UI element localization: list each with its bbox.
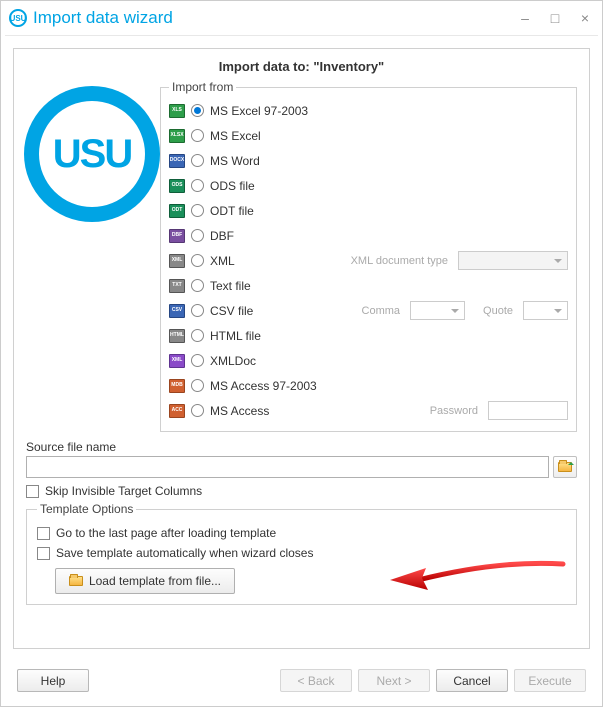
source-file-input[interactable] [26, 456, 549, 478]
execute-button: Execute [514, 669, 586, 692]
window-title: Import data wizard [33, 8, 518, 28]
format-option-ms-access-97-2003[interactable]: MDB MS Access 97-2003 [169, 373, 568, 398]
quote-select [523, 301, 568, 320]
format-label: MS Excel 97-2003 [210, 104, 320, 118]
format-label: Text file [210, 279, 320, 293]
format-label: ODS file [210, 179, 320, 193]
usu-logo: USU [24, 86, 160, 222]
format-option-xml[interactable]: XML XML XML document type [169, 248, 568, 273]
format-option-ms-access[interactable]: ACC MS Access Password [169, 398, 568, 423]
save-template-auto-label: Save template automatically when wizard … [56, 546, 313, 560]
goto-last-page-label: Go to the last page after loading templa… [56, 526, 276, 540]
format-label: MS Access 97-2003 [210, 379, 320, 393]
file-type-icon: ACC [169, 404, 185, 418]
import-from-group: Import from XLS MS Excel 97-2003 XLSX MS Ex… [160, 80, 577, 432]
format-radio[interactable] [191, 304, 204, 317]
file-type-icon: DOCX [169, 154, 185, 168]
format-radio[interactable] [191, 204, 204, 217]
xml-doc-type-label: XML document type [351, 255, 448, 267]
quote-label: Quote [483, 305, 513, 317]
format-radio[interactable] [191, 179, 204, 192]
file-type-icon: XLSX [169, 129, 185, 143]
back-button: < Back [280, 669, 352, 692]
file-type-icon: TXT [169, 279, 185, 293]
skip-invisible-checkbox[interactable] [26, 485, 39, 498]
format-label: HTML file [210, 329, 320, 343]
app-icon: USU [9, 9, 27, 27]
maximize-button[interactable]: □ [548, 10, 562, 26]
format-radio[interactable] [191, 129, 204, 142]
format-radio[interactable] [191, 279, 204, 292]
format-label: DBF [210, 229, 320, 243]
folder-icon [69, 576, 83, 586]
comma-label: Comma [362, 305, 401, 317]
format-label: XMLDoc [210, 354, 320, 368]
file-type-icon: CSV [169, 304, 185, 318]
template-options-legend: Template Options [37, 502, 136, 516]
format-label: MS Excel [210, 129, 320, 143]
load-template-button[interactable]: Load template from file... [55, 568, 235, 594]
red-arrow-annotation [378, 558, 568, 598]
file-type-icon: DBF [169, 229, 185, 243]
folder-open-icon [558, 462, 572, 472]
title-bar: USU Import data wizard – □ × [1, 1, 602, 35]
browse-source-button[interactable] [553, 456, 577, 478]
format-radio[interactable] [191, 254, 204, 267]
help-button[interactable]: Help [17, 669, 89, 692]
format-option-text-file[interactable]: TXT Text file [169, 273, 568, 298]
format-option-html-file[interactable]: HTML HTML file [169, 323, 568, 348]
format-radio[interactable] [191, 329, 204, 342]
skip-invisible-label: Skip Invisible Target Columns [45, 484, 202, 498]
format-option-ms-excel[interactable]: XLSX MS Excel [169, 123, 568, 148]
format-label: XML [210, 254, 320, 268]
format-label: CSV file [210, 304, 320, 318]
import-from-legend: Import from [169, 80, 236, 94]
format-radio[interactable] [191, 104, 204, 117]
minimize-button[interactable]: – [518, 10, 532, 26]
format-option-odt-file[interactable]: ODT ODT file [169, 198, 568, 223]
file-type-icon: ODT [169, 204, 185, 218]
format-option-xmldoc[interactable]: XML XMLDoc [169, 348, 568, 373]
panel-heading: Import data to: "Inventory" [26, 59, 577, 74]
file-type-icon: MDB [169, 379, 185, 393]
file-type-icon: XML [169, 354, 185, 368]
format-radio[interactable] [191, 354, 204, 367]
format-label: ODT file [210, 204, 320, 218]
footer-buttons: Help < Back Next > Cancel Execute [1, 661, 602, 706]
format-option-csv-file[interactable]: CSV CSV file Comma Quote [169, 298, 568, 323]
save-template-auto-checkbox[interactable] [37, 547, 50, 560]
format-option-dbf[interactable]: DBF DBF [169, 223, 568, 248]
close-button[interactable]: × [578, 10, 592, 26]
xml-doc-type-select [458, 251, 568, 270]
comma-select [410, 301, 465, 320]
password-label: Password [430, 405, 478, 417]
format-radio[interactable] [191, 404, 204, 417]
file-type-icon: ODS [169, 179, 185, 193]
file-type-icon: XLS [169, 104, 185, 118]
format-option-ms-word[interactable]: DOCX MS Word [169, 148, 568, 173]
format-label: MS Word [210, 154, 320, 168]
file-type-icon: XML [169, 254, 185, 268]
format-option-ms-excel-97-2003[interactable]: XLS MS Excel 97-2003 [169, 98, 568, 123]
format-radio[interactable] [191, 229, 204, 242]
password-input [488, 401, 568, 420]
format-option-ods-file[interactable]: ODS ODS file [169, 173, 568, 198]
format-label: MS Access [210, 404, 320, 418]
next-button: Next > [358, 669, 430, 692]
format-radio[interactable] [191, 154, 204, 167]
goto-last-page-checkbox[interactable] [37, 527, 50, 540]
cancel-button[interactable]: Cancel [436, 669, 508, 692]
template-options-group: Template Options Go to the last page aft… [26, 502, 577, 605]
format-radio[interactable] [191, 379, 204, 392]
source-file-label: Source file name [26, 440, 577, 454]
file-type-icon: HTML [169, 329, 185, 343]
